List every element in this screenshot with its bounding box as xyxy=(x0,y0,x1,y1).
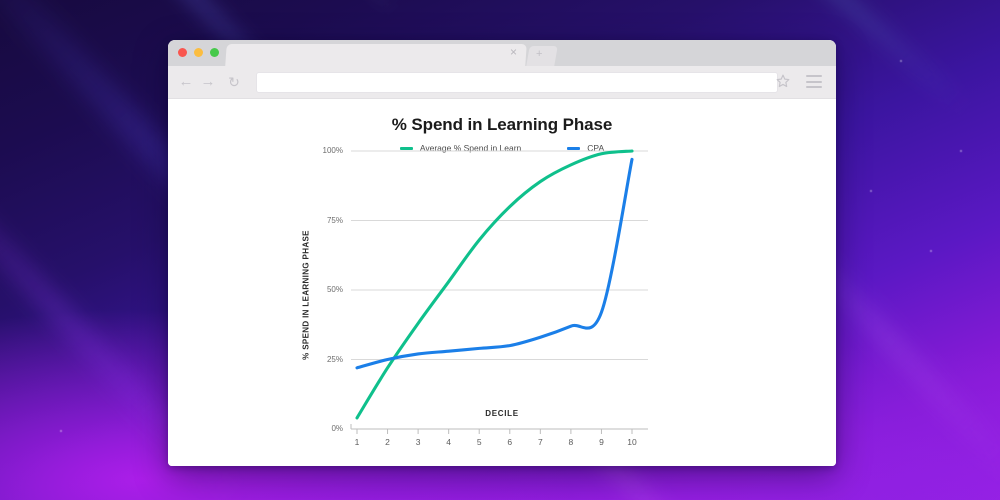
wallpaper-streak xyxy=(101,0,399,16)
star-icon[interactable] xyxy=(776,74,790,88)
plus-icon: + xyxy=(536,48,543,60)
y-axis-tick-label: 25% xyxy=(326,354,343,364)
back-arrow-icon[interactable]: ← xyxy=(178,74,194,90)
wallpaper-sparkle xyxy=(900,60,902,62)
address-bar[interactable] xyxy=(256,72,778,93)
chart-plot-area: % SPEND IN LEARNING PHASE DECILE 0% 25% 50… xyxy=(168,99,836,466)
wallpaper-sparkle xyxy=(930,250,932,252)
chart-svg xyxy=(350,149,648,434)
browser-toolbar: ← → ↻ xyxy=(168,66,836,99)
x-axis-tick-label: 9 xyxy=(599,437,604,447)
x-axis-tick-label: 6 xyxy=(507,437,513,447)
wallpaper-sparkle xyxy=(870,190,872,192)
desktop-background: × + ← → ↻ % Spend in Learning Phase Aver… xyxy=(0,0,1000,500)
browser-tab[interactable] xyxy=(225,44,527,66)
window-controls xyxy=(178,48,219,57)
y-axis-tick-label: 0% xyxy=(331,424,343,433)
zoom-window-button[interactable] xyxy=(210,48,219,57)
forward-arrow-icon[interactable]: → xyxy=(200,74,216,90)
browser-tab-bar: × + xyxy=(168,40,836,66)
y-axis-tick-label: 50% xyxy=(326,285,343,294)
y-axis-tick-label: 75% xyxy=(326,215,343,225)
x-axis-tick-label: 1 xyxy=(354,437,360,447)
wallpaper-sparkle xyxy=(960,150,962,152)
y-axis-tick-label: 100% xyxy=(322,146,343,155)
x-axis-tick-label: 4 xyxy=(446,437,452,447)
x-axis-tick-label: 8 xyxy=(568,437,574,447)
page-content: % Spend in Learning Phase Average % Spen… xyxy=(168,99,836,466)
close-tab-icon[interactable]: × xyxy=(508,46,519,58)
wallpaper-sparkle xyxy=(60,430,62,432)
wallpaper-streak xyxy=(0,0,222,2)
x-axis-tick-label: 5 xyxy=(476,437,482,447)
x-axis-tick-label: 7 xyxy=(537,437,543,447)
x-axis-tick-label: 10 xyxy=(627,437,637,447)
minimize-window-button[interactable] xyxy=(194,48,203,57)
hamburger-menu-icon[interactable] xyxy=(806,75,822,88)
x-axis-tick-label: 3 xyxy=(415,437,421,447)
x-axis-tick-label: 2 xyxy=(385,437,390,447)
reload-icon[interactable]: ↻ xyxy=(226,74,242,90)
browser-window: × + ← → ↻ % Spend in Learning Phase Aver… xyxy=(168,40,836,466)
close-window-button[interactable] xyxy=(178,48,187,57)
